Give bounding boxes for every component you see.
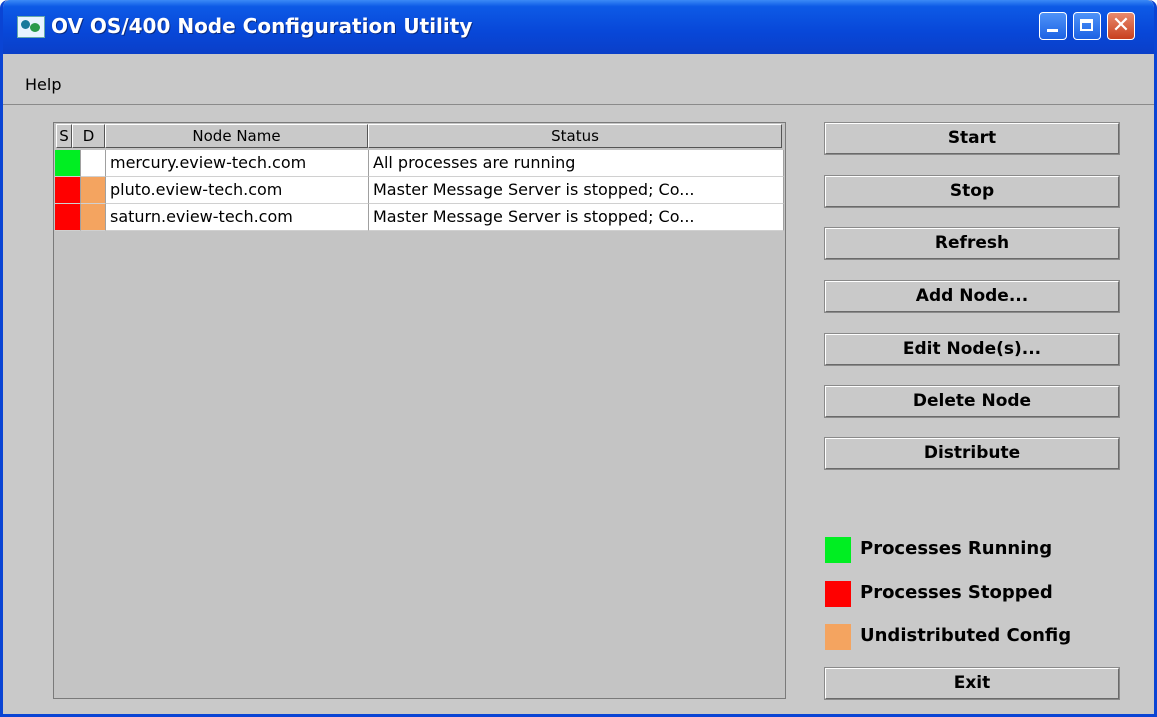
legend-swatch-stopped (825, 581, 851, 607)
table-row[interactable]: pluto.eview-tech.com Master Message Serv… (55, 177, 784, 204)
legend-running: Processes Running (825, 535, 1125, 565)
column-header-d[interactable]: D (72, 124, 105, 148)
node-table[interactable]: S D Node Name Status mercury.eview-tech.… (53, 122, 786, 699)
stop-button[interactable]: Stop (824, 175, 1120, 208)
delete-node-button[interactable]: Delete Node (824, 385, 1120, 418)
distribution-swatch (81, 177, 106, 204)
legend-label-stopped: Processes Stopped (860, 582, 1053, 603)
table-header: S D Node Name Status (54, 123, 785, 149)
exit-button[interactable]: Exit (824, 667, 1120, 700)
client-area: S D Node Name Status mercury.eview-tech.… (3, 105, 1154, 714)
edit-nodes-button[interactable]: Edit Node(s)... (824, 333, 1120, 366)
legend-swatch-running (825, 537, 851, 563)
table-row[interactable]: mercury.eview-tech.com All processes are… (55, 150, 784, 177)
window-title: OV OS/400 Node Configuration Utility (51, 14, 473, 38)
distribution-swatch (81, 150, 106, 177)
table-row[interactable]: saturn.eview-tech.com Master Message Ser… (55, 204, 784, 231)
status-swatch (55, 204, 81, 231)
status-cell: Master Message Server is stopped; Co... (369, 204, 784, 231)
node-name-cell: mercury.eview-tech.com (106, 150, 369, 177)
distribution-swatch (81, 204, 106, 231)
minimize-icon (1047, 29, 1058, 32)
close-icon: ✕ (1111, 13, 1131, 38)
menu-bar: Help (3, 54, 1154, 105)
menu-help[interactable]: Help (25, 75, 61, 94)
node-name-cell: saturn.eview-tech.com (106, 204, 369, 231)
title-bar[interactable]: OV OS/400 Node Configuration Utility ✕ (3, 0, 1154, 54)
status-swatch (55, 150, 81, 177)
status-cell: All processes are running (369, 150, 784, 177)
start-button[interactable]: Start (824, 122, 1120, 155)
node-name-cell: pluto.eview-tech.com (106, 177, 369, 204)
minimize-button[interactable] (1039, 12, 1067, 40)
column-header-s[interactable]: S (56, 124, 72, 148)
legend-undistributed: Undistributed Config (825, 622, 1125, 652)
refresh-button[interactable]: Refresh (824, 227, 1120, 260)
legend-label-running: Processes Running (860, 538, 1053, 559)
legend-label-undistributed: Undistributed Config (860, 625, 1072, 646)
column-header-node-name[interactable]: Node Name (105, 124, 368, 148)
maximize-button[interactable] (1073, 12, 1101, 40)
close-button[interactable]: ✕ (1107, 12, 1135, 40)
legend-swatch-undistributed (825, 624, 851, 650)
maximize-icon (1080, 19, 1093, 31)
status-swatch (55, 177, 81, 204)
app-logo-icon (17, 16, 45, 38)
status-cell: Master Message Server is stopped; Co... (369, 177, 784, 204)
app-window: OV OS/400 Node Configuration Utility ✕ H… (0, 0, 1157, 717)
column-header-status[interactable]: Status (368, 124, 782, 148)
legend-stopped: Processes Stopped (825, 579, 1125, 609)
distribute-button[interactable]: Distribute (824, 437, 1120, 470)
add-node-button[interactable]: Add Node... (824, 280, 1120, 313)
